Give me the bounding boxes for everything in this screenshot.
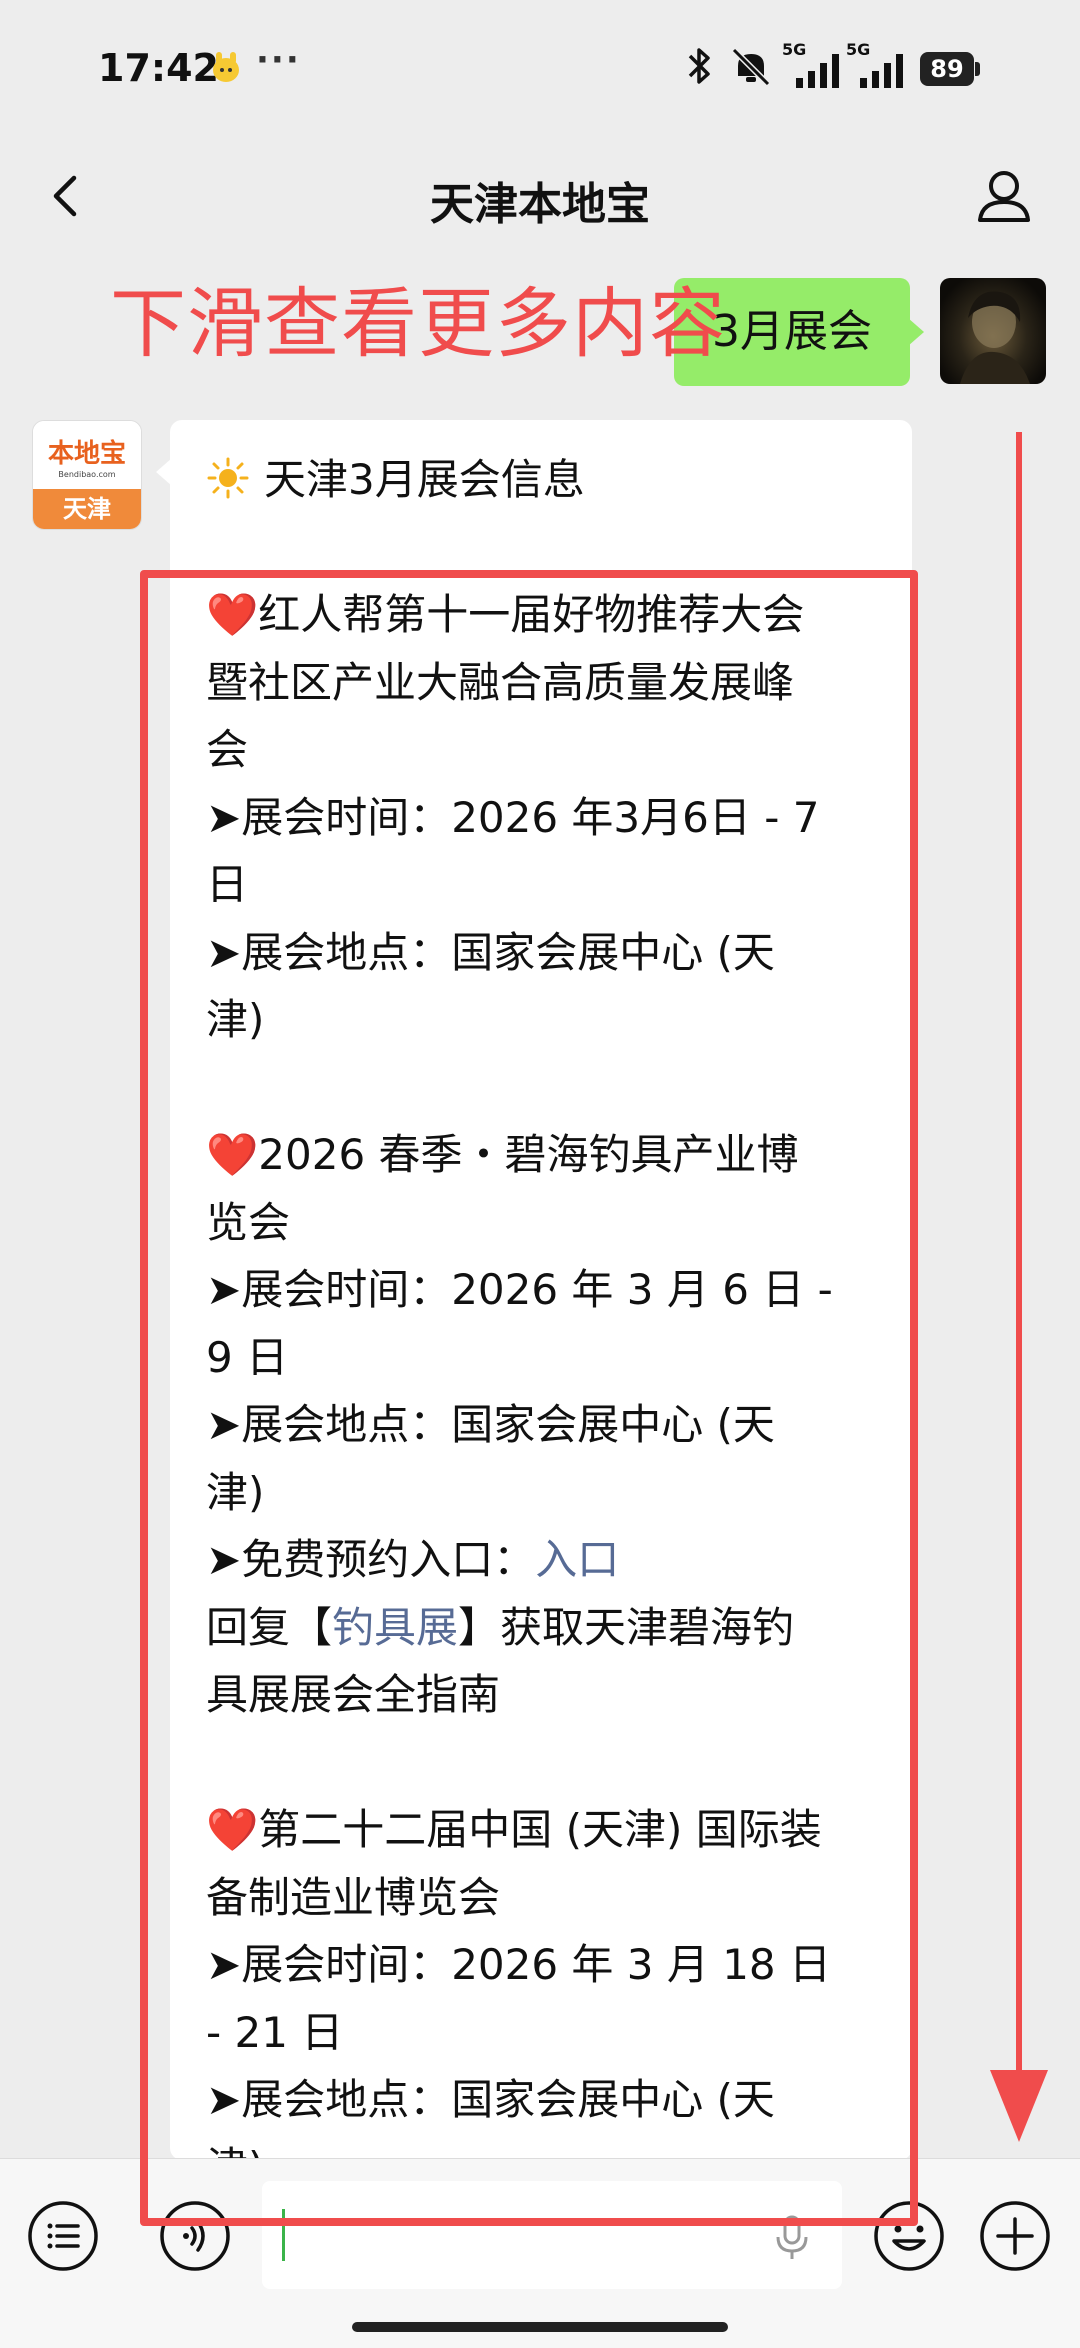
bluetooth-icon xyxy=(688,48,710,84)
avatar-photo xyxy=(960,291,1030,384)
mute-bell-icon xyxy=(731,47,771,87)
scroll-arrow-annotation xyxy=(1016,432,1022,2112)
bendibao-avatar[interactable]: 本地宝 Bendibao.com 天津 xyxy=(32,420,142,530)
chat-header: 天津本地宝 xyxy=(0,140,1080,250)
scroll-hint-annotation: 下滑查看更多内容 xyxy=(110,279,726,368)
status-bar: 17:42 ··· 5G 5G 89 xyxy=(0,0,1080,140)
message-title: 天津3月展会信息 xyxy=(206,446,896,514)
avatar-logo-text: 本地宝 xyxy=(47,439,126,469)
battery-tip xyxy=(975,62,980,76)
scroll-arrow-head xyxy=(990,2070,1048,2142)
chat-title: 天津本地宝 xyxy=(430,179,650,230)
battery-indicator: 89 xyxy=(920,52,974,86)
status-time: 17:42 xyxy=(98,46,219,90)
avatar-url-text: Bendibao.com xyxy=(58,470,116,479)
more-notifications-icon: ··· xyxy=(256,40,301,80)
signal-5g-2-icon: 5G xyxy=(846,40,906,90)
sent-bubble-tail xyxy=(908,318,924,346)
sun-icon xyxy=(207,457,249,499)
home-indicator xyxy=(352,2322,728,2332)
self-avatar[interactable] xyxy=(940,278,1046,384)
signal-5g-1-icon: 5G xyxy=(782,40,842,90)
person-icon[interactable] xyxy=(970,162,1038,230)
menu-list-icon[interactable] xyxy=(26,2199,100,2273)
plus-icon[interactable] xyxy=(978,2199,1052,2273)
highlight-box-annotation xyxy=(140,570,918,2226)
notification-app-icon xyxy=(213,52,239,82)
avatar-city-label: 天津 xyxy=(33,489,141,529)
